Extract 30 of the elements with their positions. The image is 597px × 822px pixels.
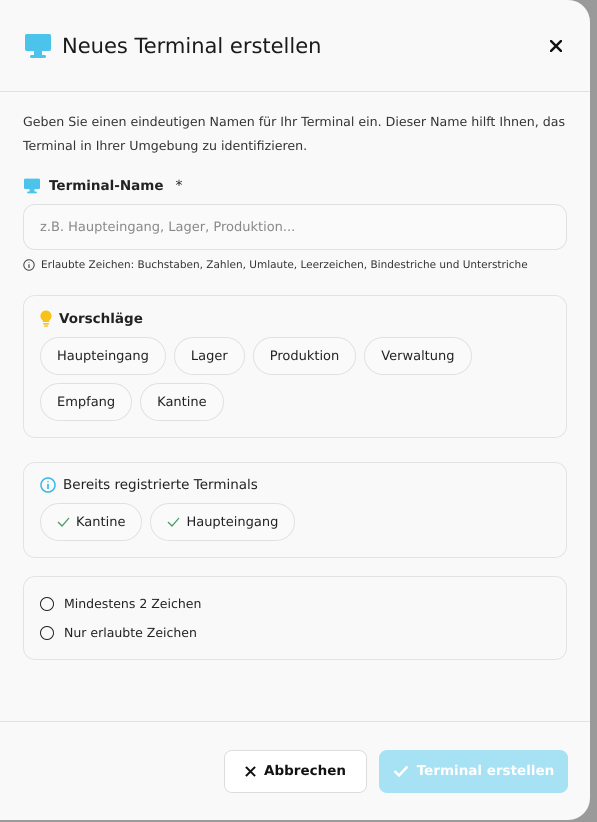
monitor-icon: [24, 32, 52, 58]
cancel-button[interactable]: Abbrechen: [224, 750, 367, 792]
radio-button[interactable]: [40, 626, 54, 640]
check-icon: [392, 765, 409, 777]
check-icon: [167, 517, 180, 527]
suggestion-chip[interactable]: Lager: [174, 337, 245, 375]
suggestion-chip[interactable]: Empfang: [40, 383, 132, 421]
check-icon: [57, 517, 70, 527]
suggestion-chip[interactable]: Kantine: [140, 383, 224, 421]
suggestion-chip[interactable]: Verwaltung: [364, 337, 472, 375]
card-title: Vorschläge: [59, 310, 143, 326]
info-icon: [40, 477, 56, 493]
suggestion-chip[interactable]: Haupteingang: [40, 337, 166, 375]
field-label: Terminal-Name: [49, 178, 164, 194]
registered-chip: Kantine: [40, 503, 142, 541]
suggestion-chip[interactable]: Produktion: [252, 337, 356, 375]
required-mark: *: [176, 178, 183, 194]
monitor-icon: [23, 178, 41, 194]
terminal-name-input[interactable]: z.B. Haupteingang, Lager, Produktion...: [23, 204, 567, 250]
registered-chip: Haupteingang: [150, 503, 296, 541]
hint-text: Erlaubte Zeichen: Buchstaben, Zahlen, Umlaute, Leerzeichen, Bindestriche und Unterstriche: [41, 259, 528, 271]
lightbulb-icon: [40, 310, 52, 327]
rule-label: Nur erlaubte Zeichen: [64, 625, 197, 640]
rule-label: Mindestens 2 Zeichen: [64, 596, 202, 611]
info-icon: [23, 259, 35, 271]
radio-button[interactable]: [40, 596, 54, 610]
card-title: Bereits registrierte Terminals: [63, 477, 258, 493]
description-text: Geben Sie einen eindeutigen Namen für Ihr Terminal ein. Dieser Name hilft Ihnen, das Terminal in Ihrer Umgebung zu identifizieren.: [23, 113, 566, 155]
close-icon: [245, 766, 256, 776]
dialog-title: Neues Terminal erstellen: [62, 34, 322, 58]
